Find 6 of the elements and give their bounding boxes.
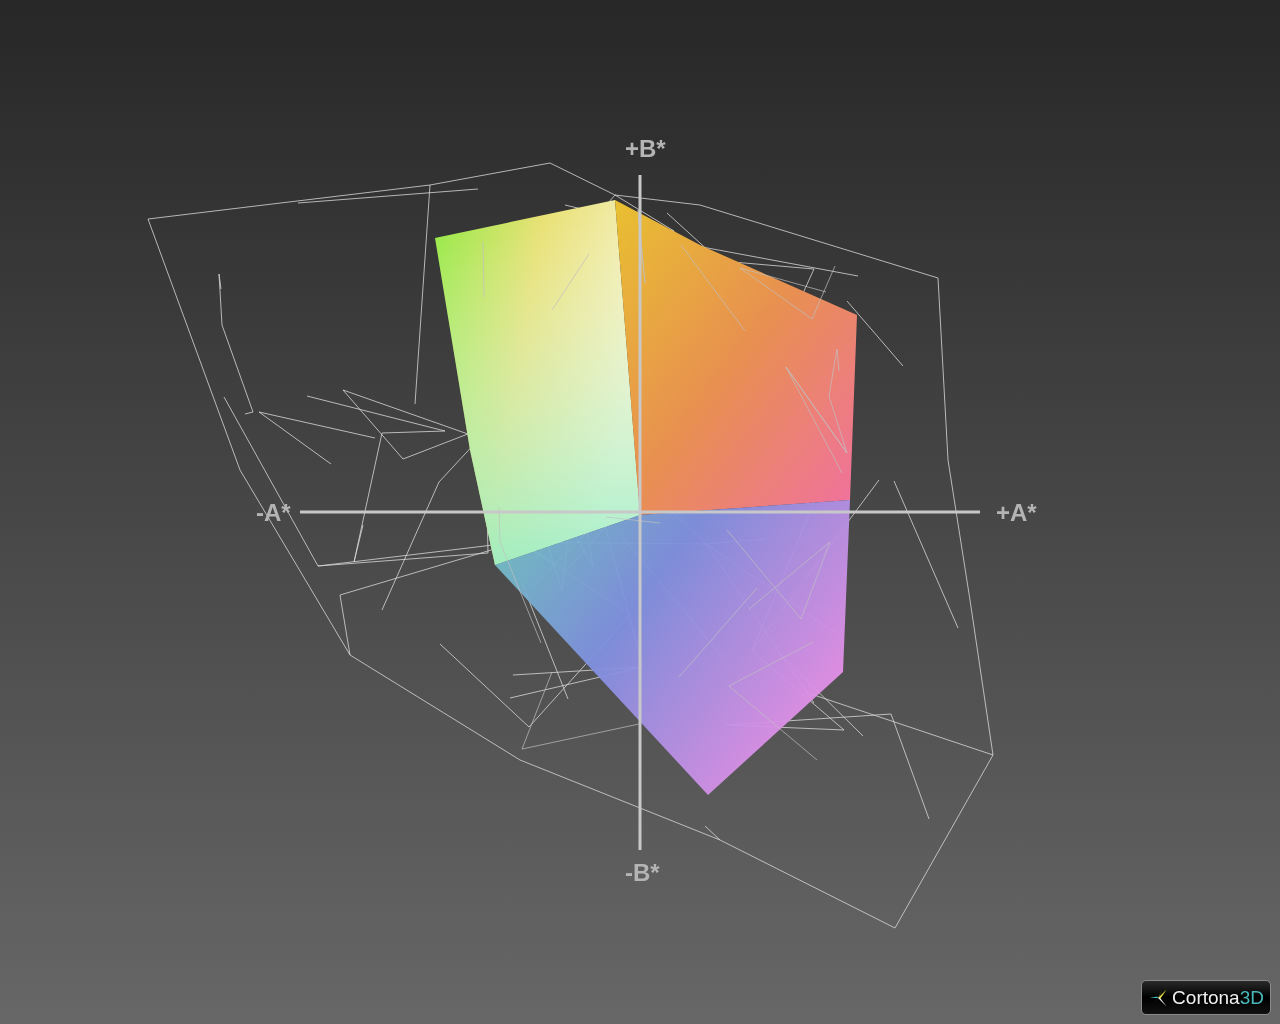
axis-label: +B*: [625, 136, 666, 162]
logo-text: Cortona: [1172, 986, 1240, 1009]
logo-badge[interactable]: Cortona3D: [1141, 980, 1271, 1015]
logo-text-suffix: 3D: [1239, 986, 1264, 1009]
axis-label: +A*: [996, 500, 1037, 526]
axis-label: -B*: [625, 860, 660, 886]
